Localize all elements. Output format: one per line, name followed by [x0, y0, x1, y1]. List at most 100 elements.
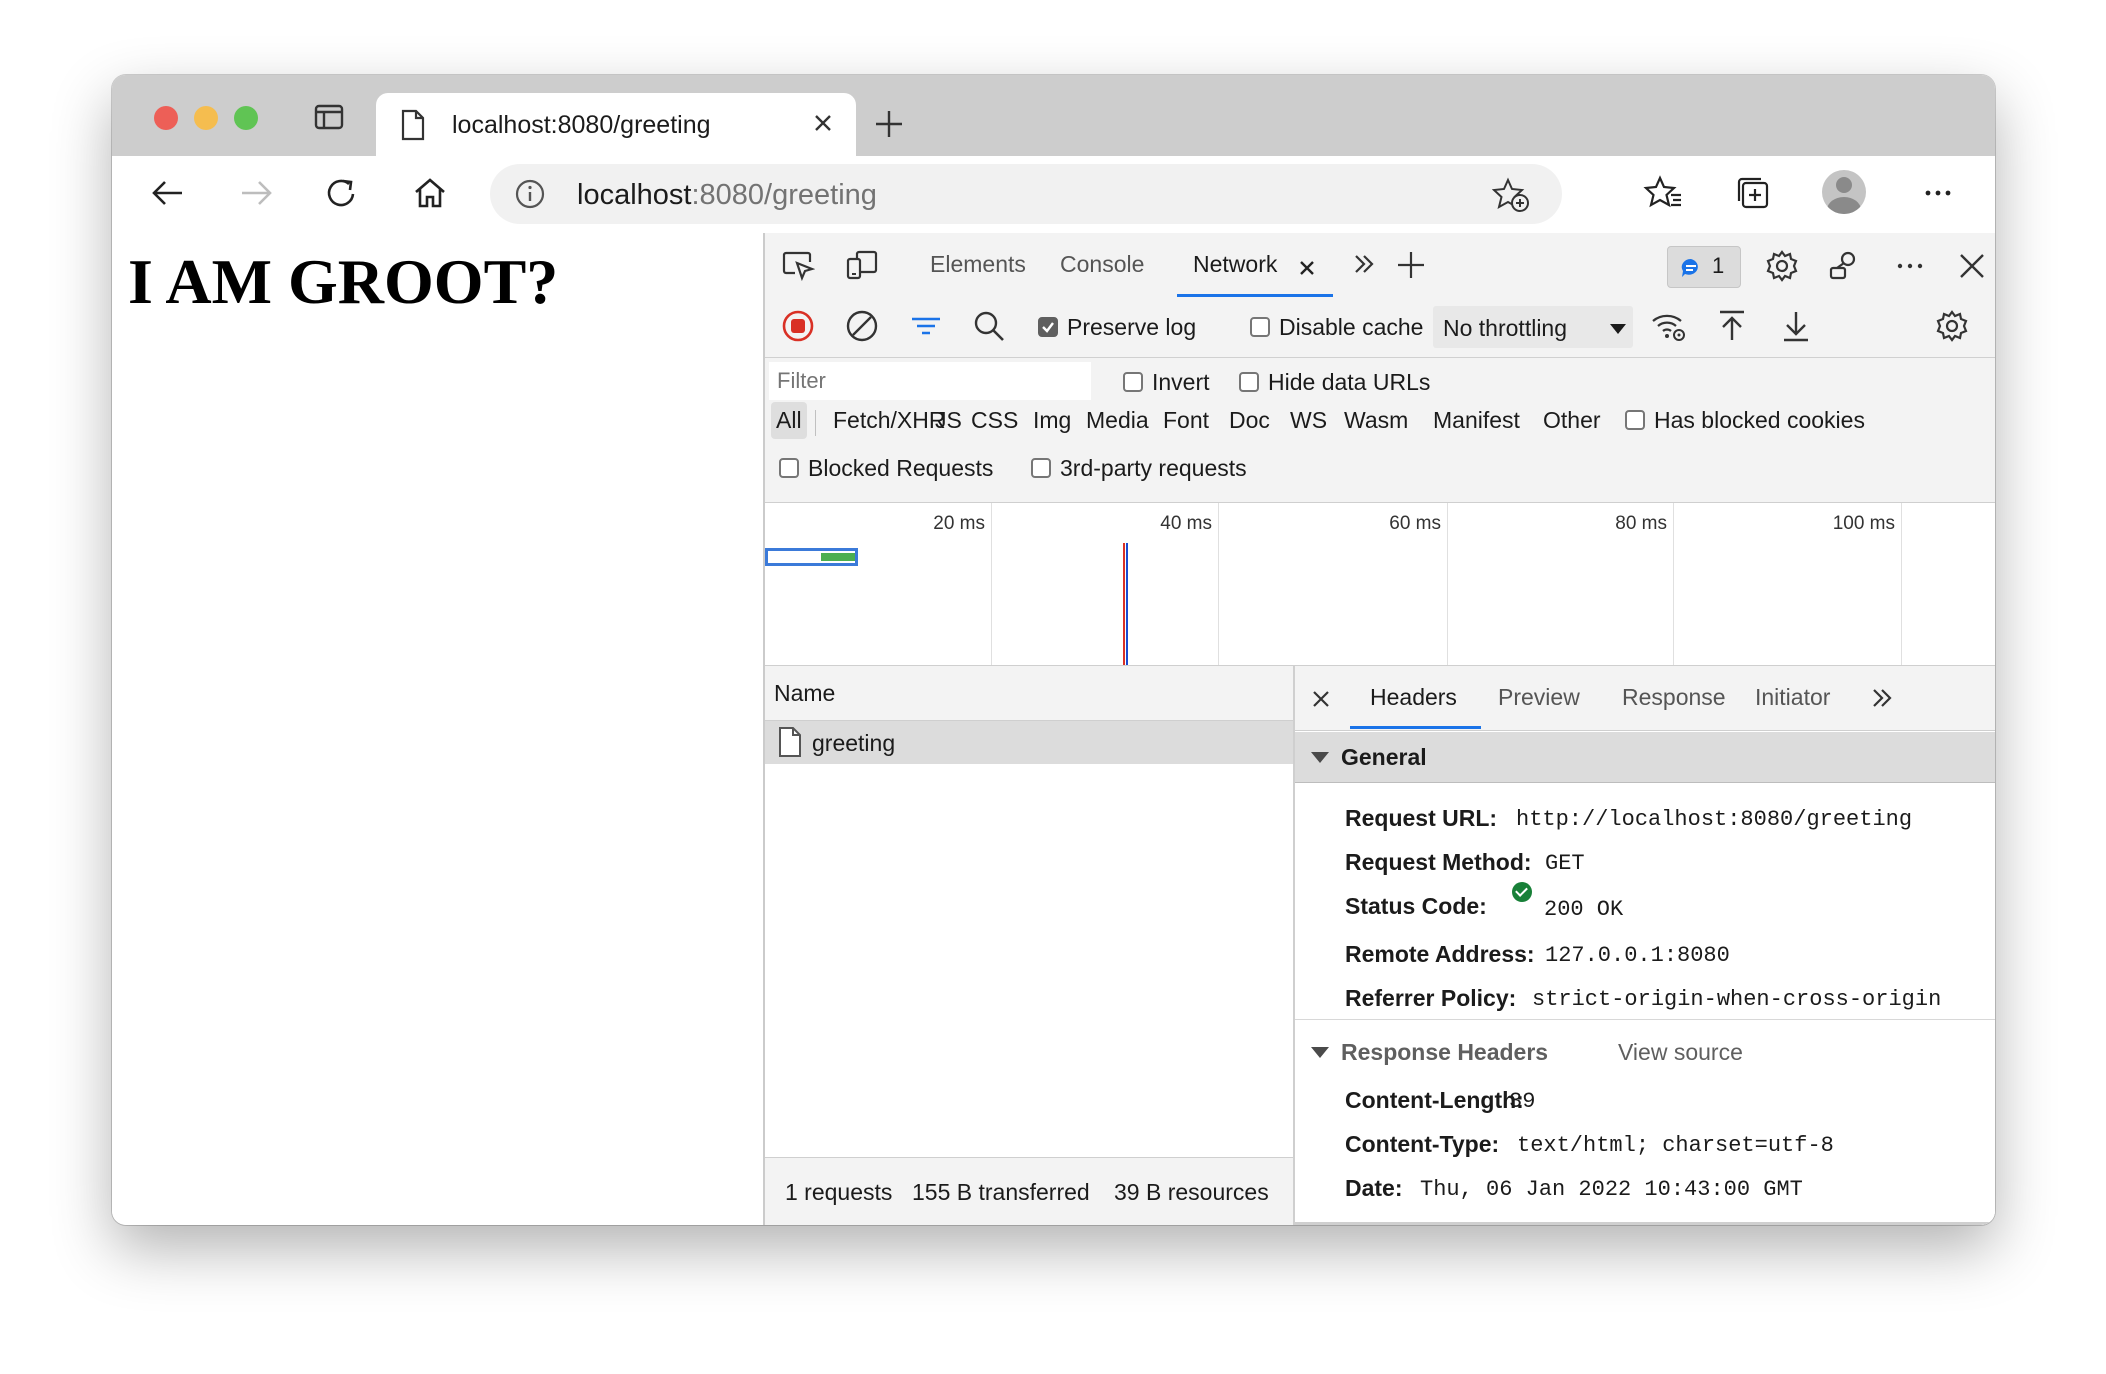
tab-elements[interactable]: Elements	[930, 251, 1026, 278]
page-heading: I AM GROOT?	[128, 246, 559, 317]
header-key: Date:	[1345, 1175, 1403, 1201]
favorites-icon[interactable]	[1643, 173, 1683, 218]
add-favorite-icon[interactable]	[1491, 177, 1530, 218]
devtools-more-icon[interactable]	[1893, 249, 1927, 289]
header-value: text/html; charset=utf-8	[1517, 1133, 1834, 1158]
column-name-header[interactable]: Name	[774, 680, 835, 707]
browser-tab-active[interactable]: localhost:8080/greeting	[376, 93, 856, 156]
blocked-requests-checkbox[interactable]	[779, 458, 799, 478]
timeline-gridline	[1447, 503, 1448, 665]
document-icon	[777, 726, 803, 764]
close-devtools-icon[interactable]	[1957, 251, 1987, 287]
site-info-icon[interactable]	[514, 178, 546, 215]
forward-arrow-icon[interactable]	[236, 173, 276, 218]
record-stop-icon[interactable]	[781, 309, 815, 349]
add-tab-icon[interactable]	[1395, 249, 1427, 287]
type-filter-other[interactable]: Other	[1543, 407, 1601, 434]
type-filter-all[interactable]: All	[771, 402, 807, 439]
has-blocked-cookies-checkbox[interactable]	[1625, 410, 1645, 430]
settings-gear-icon[interactable]	[1765, 249, 1799, 289]
customize-devtools-icon[interactable]	[1828, 249, 1862, 289]
throttling-select[interactable]: No throttling	[1433, 306, 1633, 348]
has-blocked-cookies-label: Has blocked cookies	[1654, 407, 1865, 433]
general-section-header[interactable]: General	[1295, 732, 1995, 783]
collections-icon[interactable]	[1733, 173, 1773, 218]
type-filter-wasm[interactable]: Wasm	[1344, 407, 1408, 434]
minimize-window-button[interactable]	[194, 106, 218, 130]
timeline-tick-label: 80 ms	[1615, 513, 1667, 534]
response-headers-title[interactable]: Response Headers	[1341, 1039, 1548, 1066]
network-settings-gear-icon[interactable]	[1935, 309, 1969, 349]
profile-avatar[interactable]	[1822, 170, 1866, 214]
type-filter-manifest[interactable]: Manifest	[1433, 407, 1520, 434]
request-waiting-segment	[821, 553, 855, 561]
tab-headers[interactable]: Headers	[1370, 684, 1457, 711]
address-path: :8080/greeting	[691, 179, 877, 211]
issues-badge[interactable]: 1	[1667, 246, 1741, 288]
clear-icon[interactable]	[845, 309, 879, 349]
more-options-icon[interactable]	[1918, 173, 1958, 218]
blocked-requests-label: Blocked Requests	[808, 455, 994, 481]
tab-console[interactable]: Console	[1060, 251, 1144, 278]
type-filter-media[interactable]: Media	[1086, 407, 1149, 434]
third-party-requests-checkbox[interactable]	[1031, 458, 1051, 478]
network-conditions-icon[interactable]	[1650, 309, 1688, 349]
close-tab-icon[interactable]	[810, 110, 836, 141]
section-divider	[1295, 1019, 1995, 1020]
device-emulation-icon[interactable]	[845, 249, 879, 287]
tab-preview[interactable]: Preview	[1498, 684, 1580, 711]
inspect-element-icon[interactable]	[781, 249, 816, 287]
expand-triangle-icon[interactable]	[1311, 1047, 1329, 1058]
filter-funnel-icon[interactable]	[909, 309, 943, 349]
type-filter-js[interactable]: JS	[935, 407, 962, 434]
timeline-tick-label: 100 ms	[1832, 513, 1895, 534]
preserve-log-checkbox[interactable]	[1038, 317, 1058, 337]
tab-response[interactable]: Response	[1622, 684, 1726, 711]
export-har-icon[interactable]	[1779, 309, 1813, 349]
zoom-window-button[interactable]	[234, 106, 258, 130]
document-icon	[400, 109, 426, 146]
header-key: Content-Type:	[1345, 1131, 1500, 1157]
more-tabs-chevron-icon[interactable]	[1351, 251, 1377, 283]
back-arrow-icon[interactable]	[148, 173, 188, 218]
hide-data-urls-checkbox[interactable]	[1239, 372, 1259, 392]
request-list: Name greeting 1 requests 155 B transferr…	[765, 666, 1295, 1225]
header-value: Thu, 06 Jan 2022 10:43:00 GMT	[1420, 1177, 1803, 1202]
type-filter-doc[interactable]: Doc	[1229, 407, 1270, 434]
close-network-tab-icon[interactable]	[1298, 256, 1316, 283]
type-filter-font[interactable]: Font	[1163, 407, 1209, 434]
content-area: I AM GROOT? Elements Console Network 1 P…	[112, 233, 1995, 1225]
new-tab-icon[interactable]	[874, 109, 904, 144]
tab-initiator[interactable]: Initiator	[1755, 684, 1830, 711]
close-window-button[interactable]	[154, 106, 178, 130]
home-icon[interactable]	[410, 173, 450, 218]
address-bar[interactable]: localhost:8080/greeting	[490, 164, 1562, 224]
reload-icon[interactable]	[322, 173, 362, 218]
tab-title: localhost:8080/greeting	[452, 111, 711, 139]
import-har-icon[interactable]	[1715, 309, 1749, 349]
filter-bar: Invert Hide data URLs All Fetch/XHR JS C…	[765, 358, 1995, 503]
view-source-link[interactable]: View source	[1618, 1039, 1743, 1066]
type-filter-fetch-xhr[interactable]: Fetch/XHR	[833, 407, 945, 434]
domcontentloaded-marker	[1126, 543, 1128, 665]
timeline-tick-label: 60 ms	[1389, 513, 1441, 534]
close-details-icon[interactable]	[1311, 688, 1331, 715]
type-filter-ws[interactable]: WS	[1290, 407, 1327, 434]
invert-label: Invert	[1152, 369, 1210, 395]
summary-resources: 39 B resources	[1114, 1179, 1269, 1205]
timeline-overview[interactable]: 20 ms 40 ms 60 ms 80 ms 100 ms	[765, 503, 1995, 667]
filter-input[interactable]	[769, 362, 1091, 400]
more-details-tabs-chevron-icon[interactable]	[1869, 685, 1895, 717]
request-row[interactable]: greeting	[765, 721, 1293, 764]
type-filter-img[interactable]: Img	[1033, 407, 1071, 434]
summary-transferred: 155 B transferred	[912, 1179, 1090, 1205]
tab-actions-icon[interactable]	[314, 103, 344, 136]
type-filter-divider	[815, 410, 816, 436]
invert-checkbox[interactable]	[1123, 372, 1143, 392]
web-page: I AM GROOT?	[112, 233, 765, 1225]
tab-network[interactable]: Network	[1193, 251, 1277, 278]
search-icon[interactable]	[972, 309, 1006, 349]
header-value: http://localhost:8080/greeting	[1516, 807, 1913, 832]
disable-cache-checkbox[interactable]	[1250, 317, 1270, 337]
type-filter-css[interactable]: CSS	[971, 407, 1018, 434]
